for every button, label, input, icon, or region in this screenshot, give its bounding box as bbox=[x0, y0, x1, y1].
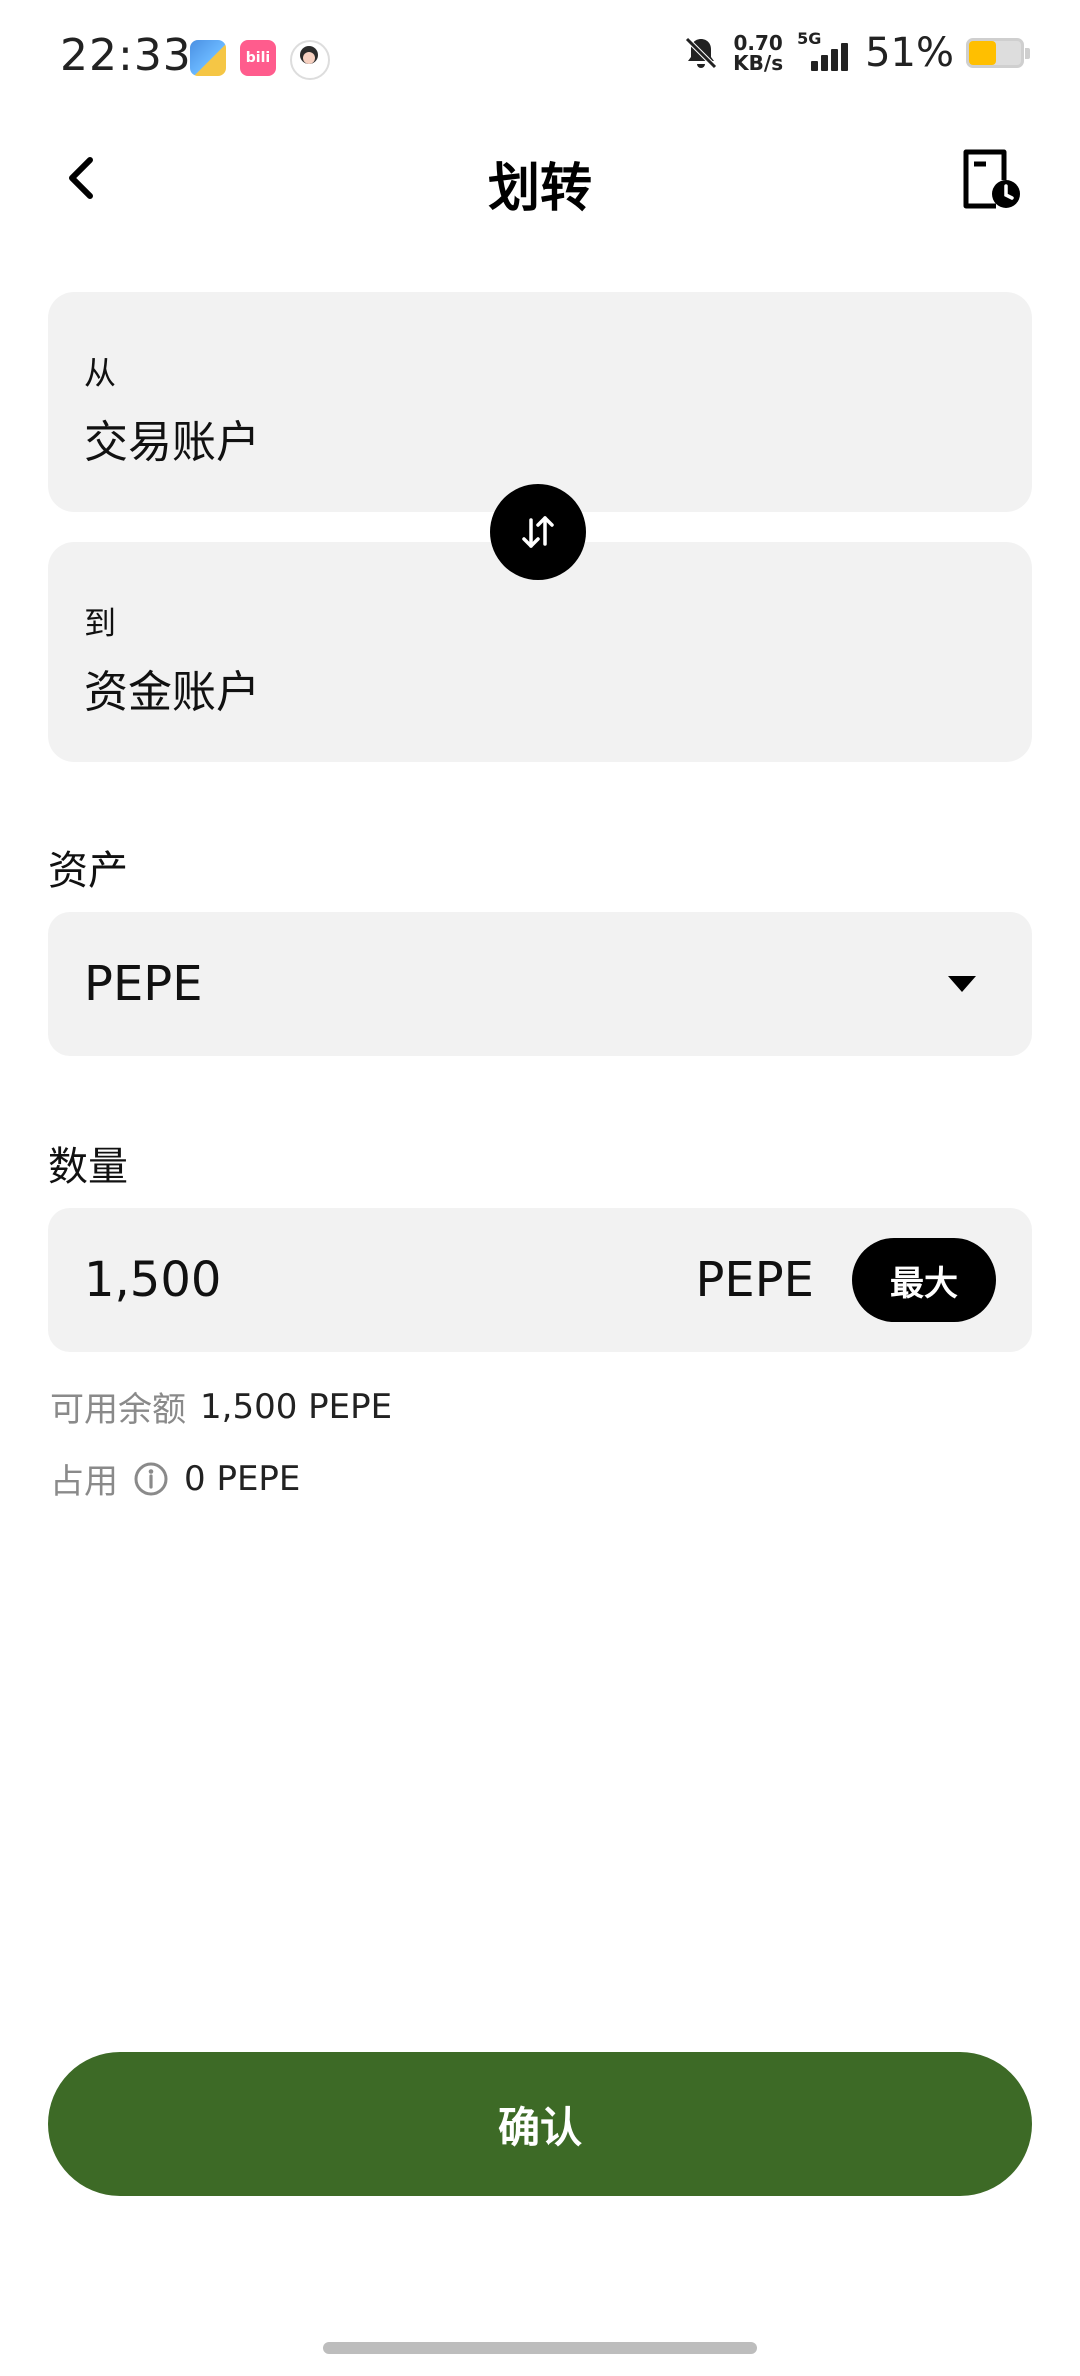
confirm-button[interactable]: 确认 bbox=[48, 2052, 1032, 2196]
dropdown-caret-icon bbox=[948, 976, 976, 992]
occupied-balance-row: 占用 0 PEPE bbox=[50, 1454, 300, 1503]
asset-select[interactable]: PEPE bbox=[48, 912, 1032, 1056]
to-label: 到 bbox=[84, 604, 117, 642]
occupied-value: 0 PEPE bbox=[184, 1458, 301, 1499]
asset-label: 资产 bbox=[48, 848, 128, 894]
battery-icon bbox=[966, 38, 1030, 68]
status-app-icons: bili bbox=[190, 40, 330, 80]
max-button[interactable]: 最大 bbox=[852, 1238, 996, 1322]
net-speed-value: 0.70 bbox=[733, 31, 783, 55]
bell-muted-icon bbox=[685, 37, 717, 69]
from-account-name: 交易账户 bbox=[84, 417, 260, 468]
quantity-input[interactable]: 1,500 bbox=[84, 1252, 221, 1308]
bilibili-icon: bili bbox=[240, 40, 276, 76]
from-label: 从 bbox=[84, 354, 117, 392]
available-balance-label: 可用余额 bbox=[50, 1390, 186, 1430]
history-button[interactable] bbox=[960, 148, 1022, 210]
occupied-label: 占用 bbox=[50, 1462, 118, 1502]
to-account-name: 资金账户 bbox=[84, 667, 260, 718]
quantity-label: 数量 bbox=[48, 1144, 128, 1190]
available-balance-value: 1,500 PEPE bbox=[200, 1386, 393, 1427]
status-system-icons: 0.70 KB/s 5G 51% bbox=[681, 29, 1030, 76]
from-account-card[interactable]: 从 交易账户 bbox=[48, 292, 1032, 512]
signal-icon: 5G bbox=[795, 29, 853, 75]
files-app-icon bbox=[190, 40, 226, 76]
battery-percent: 51% bbox=[865, 30, 954, 76]
net-speed: 0.70 KB/s bbox=[733, 33, 783, 73]
available-balance-row: 可用余额 1,500 PEPE bbox=[50, 1382, 392, 1431]
quantity-unit: PEPE bbox=[695, 1252, 814, 1308]
swap-arrows-icon bbox=[522, 516, 554, 548]
net-speed-unit: KB/s bbox=[733, 51, 784, 75]
quantity-field[interactable]: 1,500 PEPE 最大 bbox=[48, 1208, 1032, 1352]
asset-selected-value: PEPE bbox=[84, 956, 203, 1012]
info-icon[interactable] bbox=[132, 1460, 170, 1498]
page-title: 划转 bbox=[487, 159, 592, 219]
avatar-app-icon bbox=[290, 40, 330, 80]
status-time: 22:33 bbox=[60, 30, 192, 81]
swap-accounts-button[interactable] bbox=[490, 484, 586, 580]
record-history-icon bbox=[963, 149, 1020, 209]
home-indicator[interactable] bbox=[323, 2342, 757, 2354]
